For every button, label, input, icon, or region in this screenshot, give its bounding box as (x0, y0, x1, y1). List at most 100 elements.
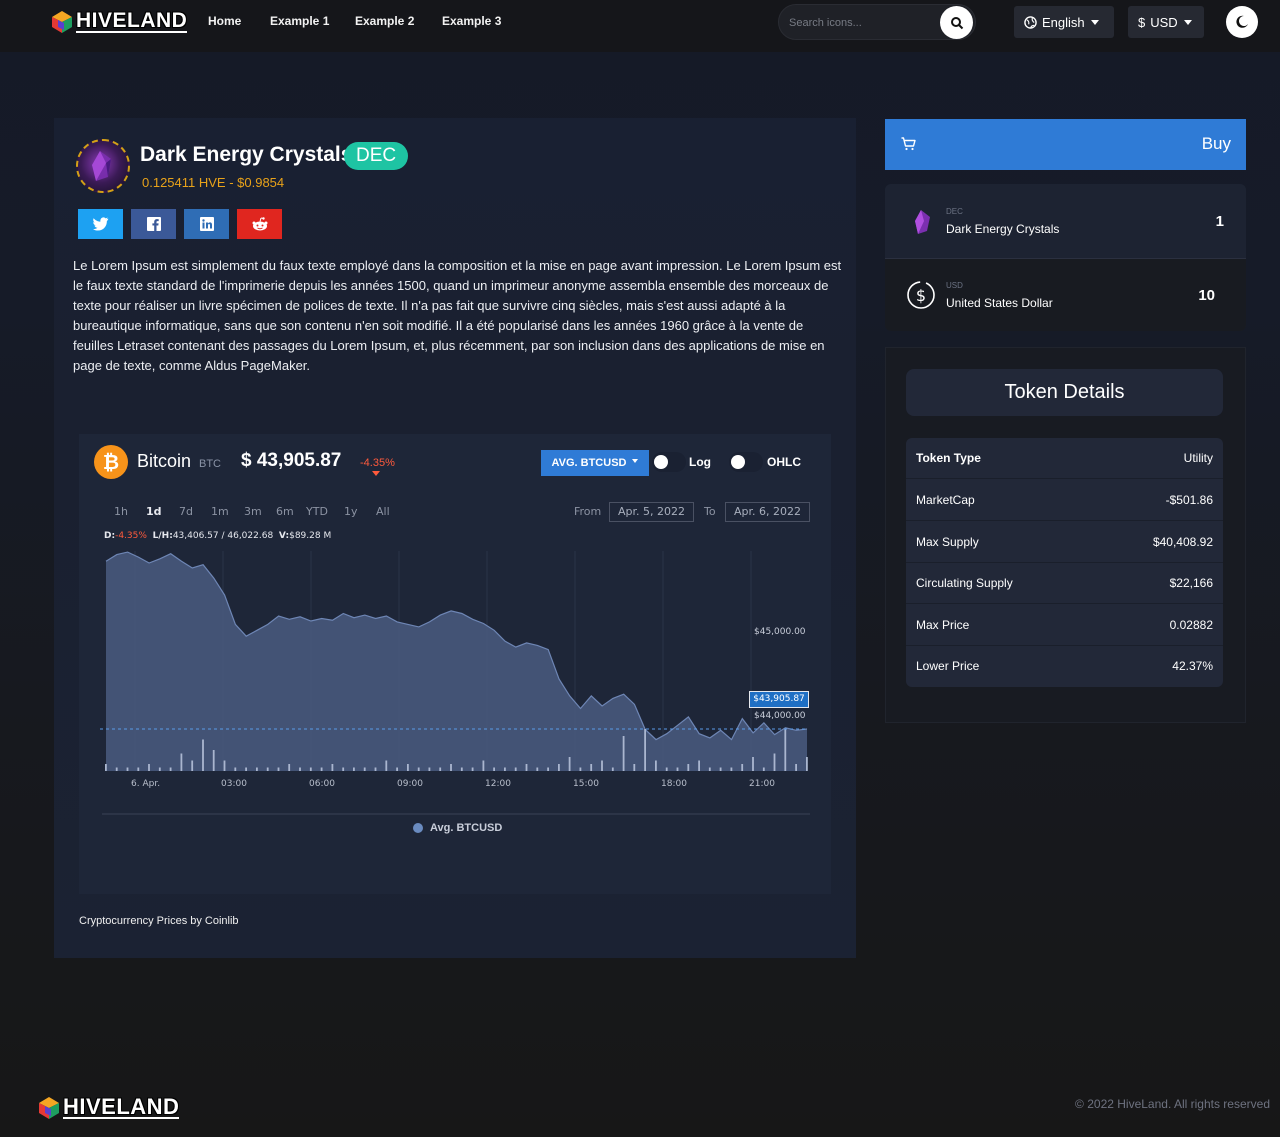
volume-bar (795, 764, 797, 771)
hive-cube-icon (39, 1097, 59, 1119)
chart-legend[interactable]: Avg. BTCUSD (413, 822, 502, 834)
swap-card: DEC Dark Energy Crystals 1 $ USD United … (885, 184, 1246, 331)
volume-bar (708, 767, 711, 771)
volume-bar (245, 767, 247, 771)
currency-label: USD (1150, 14, 1178, 30)
range-button-1h[interactable]: 1h (114, 505, 128, 518)
detail-key: Token Type (916, 451, 981, 465)
volume-bar (514, 767, 517, 771)
volume-bar (493, 767, 495, 771)
volume-bar (191, 760, 194, 771)
swap-symbol: USD (946, 281, 963, 290)
volume-bar (256, 767, 258, 771)
nav-example-2[interactable]: Example 2 (355, 14, 414, 28)
volume-bar (105, 764, 107, 771)
chevron-down-icon (632, 459, 639, 463)
stat-d-label: D: (104, 531, 116, 541)
stat-lh-label: L/H: (152, 531, 173, 541)
theme-toggle-button[interactable] (1226, 6, 1258, 38)
ohlc-toggle-label: OHLC (767, 455, 801, 469)
volume-bar (784, 729, 787, 771)
coin-price: $ 43,905.87 (241, 450, 342, 471)
detail-value: $40,408.92 (1152, 535, 1213, 549)
currency-dropdown[interactable]: $ USD (1128, 6, 1204, 38)
stat-lh-value: 43,406.57 / 46,022.68 (172, 531, 274, 541)
volume-bar (752, 757, 754, 771)
share-reddit-button[interactable] (237, 209, 282, 239)
volume-bar (558, 764, 560, 771)
moon-icon (1236, 15, 1248, 28)
to-date-input[interactable]: Apr. 6, 2022 (725, 502, 810, 522)
price-area-chart[interactable] (100, 545, 812, 817)
range-button-1m[interactable]: 1m (211, 505, 229, 518)
dollar-icon: $ (1138, 14, 1146, 30)
volume-bar (644, 729, 646, 771)
language-dropdown[interactable]: English (1014, 6, 1114, 38)
coin-name: Bitcoin (137, 451, 192, 471)
range-button-6m[interactable]: 6m (276, 505, 294, 518)
volume-bar (320, 767, 323, 771)
detail-row: Token Type Utility (906, 438, 1223, 479)
navbar: HIVELAND Home Example 1 Example 2 Exampl… (0, 0, 1280, 52)
volume-bar (266, 767, 269, 771)
detail-row: Lower Price 42.37% (906, 646, 1223, 687)
volume-bar (169, 767, 172, 771)
token-details-title: Token Details (906, 369, 1223, 416)
volume-bar (773, 753, 776, 771)
footer-logo[interactable]: HIVELAND (37, 1096, 180, 1120)
x-tick-label: 6. Apr. (131, 779, 161, 789)
series-select-button[interactable]: AVG. BTCUSD (541, 450, 649, 476)
chevron-down-icon (1090, 19, 1099, 25)
volume-bar (655, 760, 657, 771)
range-button-3m[interactable]: 3m (244, 505, 262, 518)
range-button-1y[interactable]: 1y (344, 505, 358, 518)
x-tick-label: 09:00 (397, 779, 423, 789)
volume-bar (363, 767, 366, 771)
range-button-7d[interactable]: 7d (179, 505, 193, 518)
volume-bar (547, 767, 549, 771)
volume-bar (407, 764, 409, 771)
toggle-knob (731, 455, 745, 469)
brand-logo[interactable]: HIVELAND (50, 10, 188, 34)
volume-bar (622, 736, 625, 771)
token-price: 0.125411 HVE - $0.9854 (142, 175, 285, 190)
buy-button[interactable]: Buy (885, 119, 1246, 170)
log-toggle[interactable] (652, 452, 686, 472)
volume-bar (396, 767, 398, 771)
volume-bar (137, 767, 140, 771)
nav-home[interactable]: Home (208, 14, 241, 28)
y-tick-label: $44,000.00 (754, 711, 806, 721)
share-facebook-button[interactable] (131, 209, 176, 239)
share-linkedin-button[interactable] (184, 209, 229, 239)
coin-change-value: -4.35% (360, 457, 395, 469)
volume-bar (309, 767, 312, 771)
share-twitter-button[interactable] (78, 209, 123, 239)
stat-v-label: V: (278, 531, 290, 541)
volume-bar (579, 767, 582, 771)
swap-symbol: DEC (946, 207, 963, 216)
range-button-all[interactable]: All (376, 505, 390, 518)
range-button-1d[interactable]: 1d (146, 505, 162, 518)
volume-bar (633, 764, 636, 771)
token-avatar (76, 139, 130, 193)
token-symbol-badge: DEC (344, 142, 409, 170)
ohlc-toggle[interactable] (729, 452, 763, 472)
detail-value: Utility (1183, 451, 1213, 465)
y-tick-label: $45,000.00 (754, 627, 806, 637)
nav-example-3[interactable]: Example 3 (442, 14, 501, 28)
search-input[interactable] (789, 14, 929, 32)
swap-row-usd[interactable]: $ USD United States Dollar 10 (885, 258, 1246, 331)
nav-example-1[interactable]: Example 1 (270, 14, 329, 28)
legend-dot (413, 823, 423, 833)
hive-cube-icon (52, 11, 72, 33)
search-button[interactable] (940, 6, 973, 39)
from-date-input[interactable]: Apr. 5, 2022 (609, 502, 694, 522)
swap-row-dec[interactable]: DEC Dark Energy Crystals 1 (885, 184, 1246, 257)
volume-bar (471, 767, 474, 771)
footer-copyright: © 2022 HiveLand. All rights reserved (1075, 1097, 1270, 1111)
range-button-ytd[interactable]: YTD (306, 505, 328, 518)
swap-token-name: Dark Energy Crystals (946, 222, 1060, 236)
detail-row: Circulating Supply $22,166 (906, 563, 1223, 604)
volume-bar (611, 767, 614, 771)
volume-bar (439, 767, 442, 771)
